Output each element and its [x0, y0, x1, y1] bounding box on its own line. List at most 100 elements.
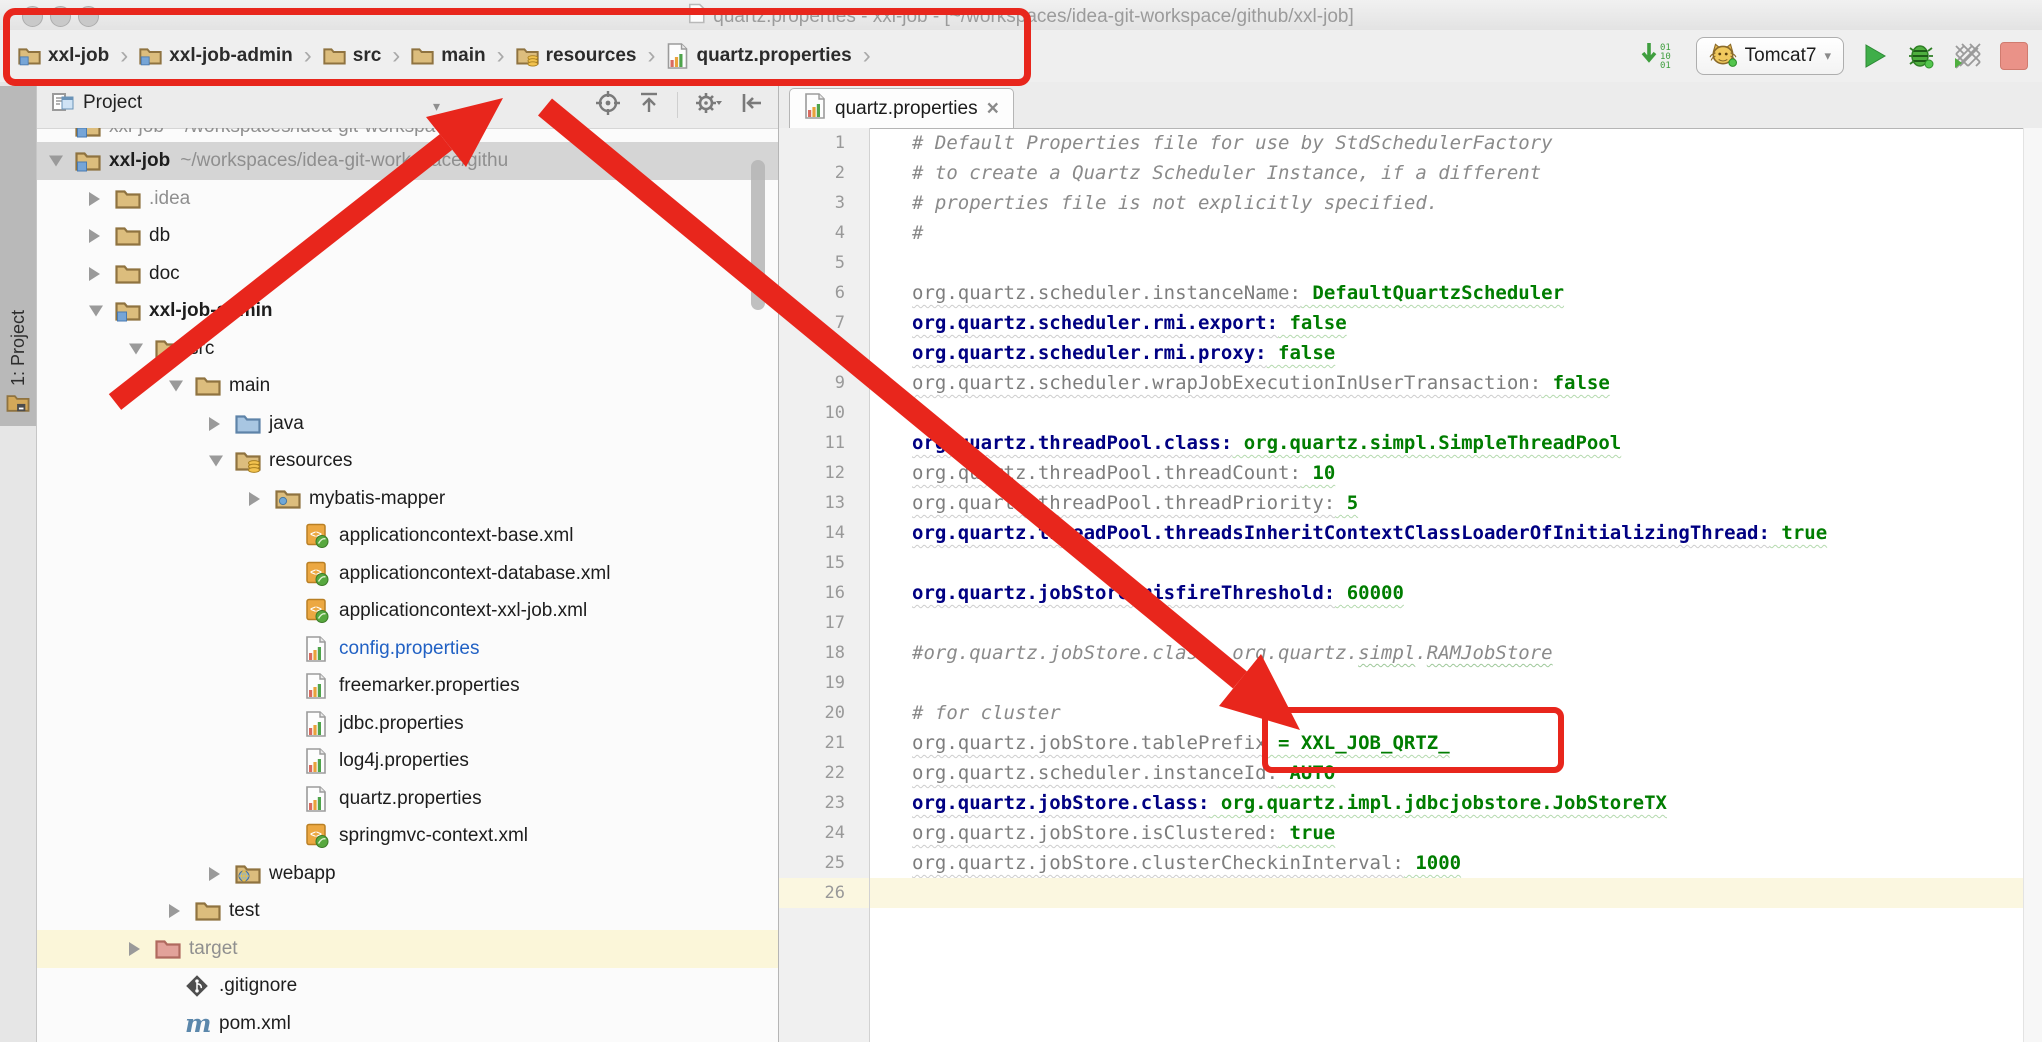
chevron-right-icon[interactable]	[89, 267, 100, 281]
chevron-down-icon[interactable]	[49, 156, 63, 167]
code-line-6[interactable]: org.quartz.scheduler.instanceName: Defau…	[870, 278, 2024, 308]
gutter-line-11[interactable]: 11	[779, 428, 869, 458]
run-icon[interactable]	[1862, 42, 1888, 70]
code-line-24[interactable]: org.quartz.jobStore.isClustered: true	[870, 818, 2024, 848]
window-close-icon[interactable]	[22, 6, 43, 27]
gutter-line-14[interactable]: 14	[779, 518, 869, 548]
code-line-13[interactable]: org.quartz.threadPool.threadPriority: 5	[870, 488, 2024, 518]
chevron-down-icon[interactable]	[169, 381, 183, 392]
code-line-3[interactable]: # properties file is not explicitly spec…	[870, 188, 2024, 218]
tree-item-applicationcontext-xxl-job.xml[interactable]: <>applicationcontext-xxl-job.xml	[37, 592, 778, 630]
code-line-5[interactable]	[870, 248, 2024, 278]
debug-icon[interactable]	[1906, 42, 1936, 70]
gutter-line-17[interactable]: 17	[779, 608, 869, 638]
gutter-line-21[interactable]: 21	[779, 728, 869, 758]
chevron-right-icon[interactable]	[169, 904, 180, 918]
run-config-select[interactable]: Tomcat7 ▾	[1696, 37, 1844, 75]
gutter-line-5[interactable]: 5	[779, 248, 869, 278]
chevron-right-icon[interactable]	[209, 417, 220, 431]
tree-item-jdbc.properties[interactable]: jdbc.properties	[37, 705, 778, 743]
tree-item-freemarker.properties[interactable]: freemarker.properties	[37, 667, 778, 705]
tree-item-test[interactable]: test	[37, 892, 778, 930]
editor-tab-quartz-properties[interactable]: quartz.properties ×	[789, 88, 1014, 128]
breadcrumb-item-src[interactable]: src	[319, 44, 386, 68]
gutter-line-15[interactable]: 15	[779, 548, 869, 578]
code-line-10[interactable]	[870, 398, 2024, 428]
locate-icon[interactable]	[595, 90, 621, 121]
gear-icon[interactable]	[694, 90, 724, 121]
chevron-down-icon[interactable]	[129, 343, 143, 354]
code-line-4[interactable]: #	[870, 218, 2024, 248]
tree-item-log4j.properties[interactable]: log4j.properties	[37, 742, 778, 780]
project-scrollbar-thumb[interactable]	[751, 160, 765, 310]
breadcrumb-item-main[interactable]: main	[407, 44, 489, 68]
code-line-2[interactable]: # to create a Quartz Scheduler Instance,…	[870, 158, 2024, 188]
code-line-25[interactable]: org.quartz.jobStore.clusterCheckinInterv…	[870, 848, 2024, 878]
gutter-line-9[interactable]: 9	[779, 368, 869, 398]
gutter-line-19[interactable]: 19	[779, 668, 869, 698]
code-line-19[interactable]	[870, 668, 2024, 698]
gutter-line-23[interactable]: 23	[779, 788, 869, 818]
breadcrumb-item-resources[interactable]: resources	[512, 44, 641, 68]
gutter-line-18[interactable]: 18	[779, 638, 869, 668]
tree-item-doc[interactable]: doc	[37, 255, 778, 293]
code-line-14[interactable]: org.quartz.threadPool.threadsInheritCont…	[870, 518, 2024, 548]
stop-icon[interactable]	[2000, 42, 2028, 70]
tree-item-webapp[interactable]: webapp	[37, 855, 778, 893]
code-line-1[interactable]: # Default Properties file for use by Std…	[870, 128, 2024, 158]
code-line-9[interactable]: org.quartz.scheduler.wrapJobExecutionInU…	[870, 368, 2024, 398]
gutter-line-26[interactable]: 26	[779, 878, 869, 908]
tree-item-config.properties[interactable]: config.properties	[37, 630, 778, 668]
gutter-line-4[interactable]: 4	[779, 218, 869, 248]
chevron-right-icon[interactable]	[89, 229, 100, 243]
project-view-chevron-icon[interactable]: ▾	[433, 98, 440, 115]
chevron-right-icon[interactable]	[249, 492, 260, 506]
window-zoom-icon[interactable]	[78, 6, 99, 27]
gutter-line-1[interactable]: 1	[779, 128, 869, 158]
chevron-right-icon[interactable]	[129, 942, 140, 956]
collapse-all-icon[interactable]	[637, 90, 661, 121]
code-line-8[interactable]: org.quartz.scheduler.rmi.proxy: false	[870, 338, 2024, 368]
close-icon[interactable]: ×	[987, 98, 999, 119]
tree-item-target[interactable]: target	[37, 930, 778, 968]
gutter-line-25[interactable]: 25	[779, 848, 869, 878]
code-line-15[interactable]	[870, 548, 2024, 578]
tree-item-mybatis-mapper[interactable]: mybatis-mapper	[37, 480, 778, 518]
gutter-line-12[interactable]: 12	[779, 458, 869, 488]
tree-item-xxl-job-admin[interactable]: xxl-job-admin	[37, 292, 778, 330]
breadcrumb-item-xxl-job-admin[interactable]: xxl-job-admin	[135, 44, 297, 68]
coverage-icon[interactable]	[1954, 42, 1982, 70]
chevron-down-icon[interactable]	[89, 306, 103, 317]
tree-item-java[interactable]: java	[37, 405, 778, 443]
code-lines[interactable]: # Default Properties file for use by Std…	[870, 128, 2024, 1042]
breadcrumb-item-quartz.properties[interactable]: quartz.properties	[662, 43, 855, 69]
gutter-line-2[interactable]: 2	[779, 158, 869, 188]
project-stripe-tab[interactable]: 1: Project	[0, 86, 36, 426]
tree-item-applicationcontext-base.xml[interactable]: <>applicationcontext-base.xml	[37, 517, 778, 555]
gutter-line-16[interactable]: 16	[779, 578, 869, 608]
chevron-down-icon[interactable]	[209, 456, 223, 467]
code-line-17[interactable]	[870, 608, 2024, 638]
gutter-line-20[interactable]: 20	[779, 698, 869, 728]
code-line-20[interactable]: # for cluster	[870, 698, 2024, 728]
chevron-right-icon[interactable]	[209, 867, 220, 881]
chevron-right-icon[interactable]	[89, 192, 100, 206]
tree-item-applicationcontext-database.xml[interactable]: <>applicationcontext-database.xml	[37, 555, 778, 593]
gutter-line-3[interactable]: 3	[779, 188, 869, 218]
breadcrumb-item-xxl-job[interactable]: xxl-job	[14, 44, 113, 68]
tree-item-.idea[interactable]: .idea	[37, 180, 778, 218]
code-line-21[interactable]: org.quartz.jobStore.tablePrefix = XXL_JO…	[870, 728, 2024, 758]
gutter-line-6[interactable]: 6	[779, 278, 869, 308]
editor-gutter[interactable]: 1234567891011121314151617181920212223242…	[779, 128, 870, 1042]
tree-item-resources[interactable]: resources	[37, 442, 778, 480]
window-minimize-icon[interactable]	[50, 6, 71, 27]
code-line-7[interactable]: org.quartz.scheduler.rmi.export: false	[870, 308, 2024, 338]
tree-item-quartz.properties[interactable]: quartz.properties	[37, 780, 778, 818]
code-area[interactable]: 1234567891011121314151617181920212223242…	[779, 128, 2042, 1042]
tree-item-db[interactable]: db	[37, 217, 778, 255]
editor-scrollbar[interactable]	[2023, 128, 2042, 1042]
vcs-update-icon[interactable]: 01 10 01	[1640, 40, 1678, 72]
gutter-line-8[interactable]: 8	[779, 338, 869, 368]
tree-item-xxl-job[interactable]: xxl-job~/workspaces/idea-git-workspace/g…	[37, 142, 778, 180]
code-line-12[interactable]: org.quartz.threadPool.threadCount: 10	[870, 458, 2024, 488]
